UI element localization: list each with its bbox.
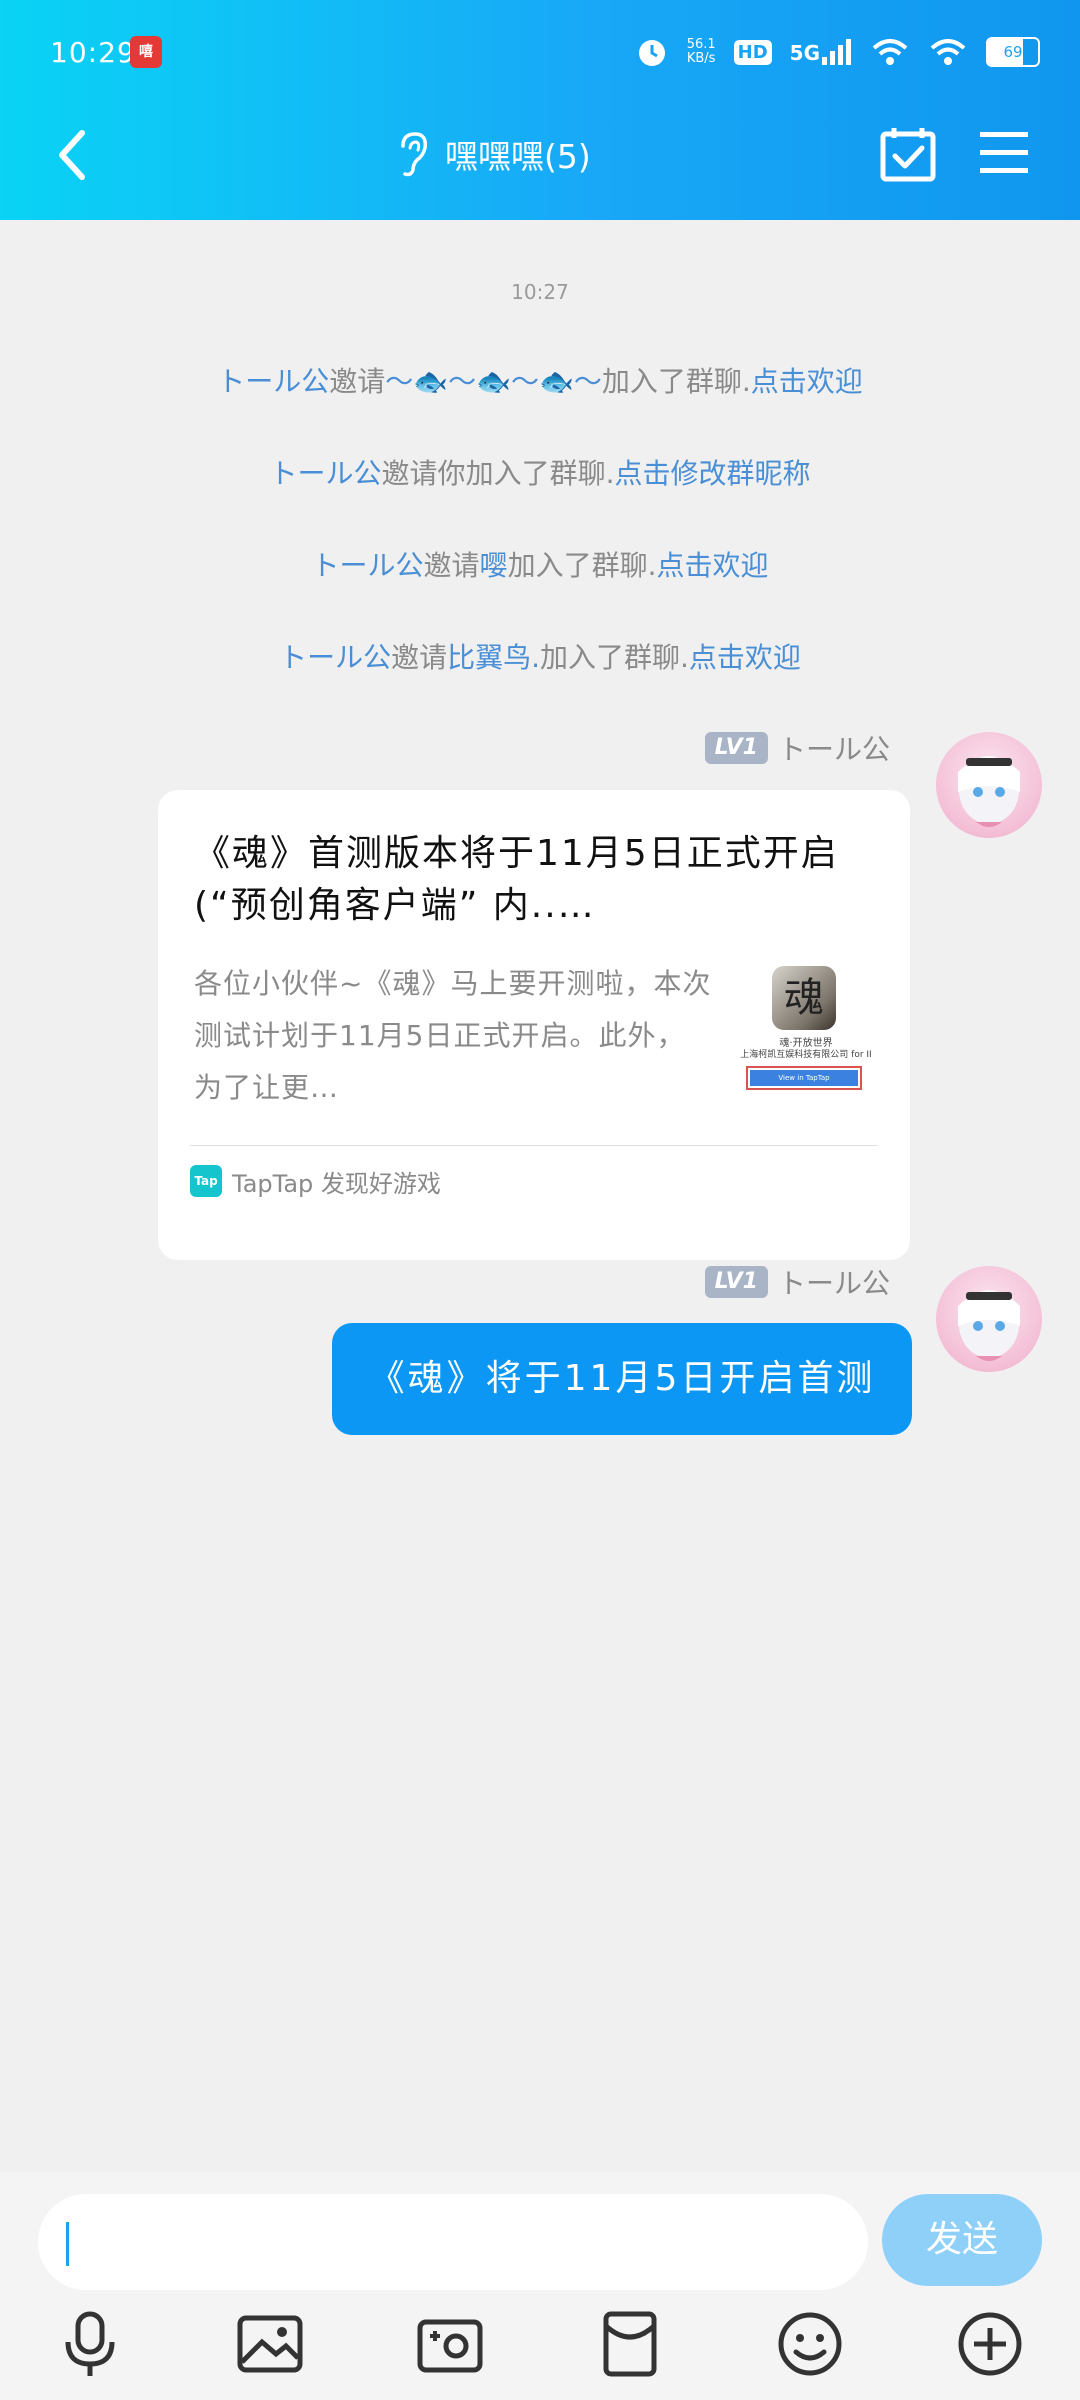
image-icon[interactable] [234, 2308, 306, 2380]
avatar[interactable] [936, 1266, 1042, 1372]
status-bar: 10:29 嘻 56.1 KB/s HD 5G 69 [0, 0, 1080, 110]
welcome-link[interactable]: 点击欢迎 [656, 549, 768, 582]
edit-nickname-link[interactable]: 点击修改群昵称 [614, 457, 810, 490]
menu-icon[interactable] [978, 128, 1030, 178]
divider [190, 1145, 878, 1146]
system-message: トール公邀请比翼鸟.加入了群聊.点击欢迎 [279, 641, 801, 674]
wifi-plus-icon [872, 39, 908, 65]
card-thumbnail: 魂 魂·开放世界 上海柯凯互娱科技有限公司 for II View in Tap… [736, 960, 876, 1100]
send-button[interactable]: 发送 [882, 2194, 1042, 2286]
level-badge: LV1 [704, 732, 768, 764]
system-message: トール公邀请嘤加入了群聊.点击欢迎 [311, 549, 769, 582]
red-packet-icon[interactable] [594, 2308, 666, 2380]
system-message: トール公邀请你加入了群聊.点击修改群昵称 [269, 457, 811, 490]
net-speed: 56.1 KB/s [686, 37, 716, 66]
sender-name[interactable]: トール公 [778, 728, 890, 768]
welcome-link[interactable]: 点击欢迎 [751, 365, 863, 398]
group-name: 嘿嘿嘿(5) [445, 137, 591, 176]
battery-icon: 69 [986, 37, 1040, 67]
card-description: 各位小伙伴~《魂》马上要开测啦，本次测试计划于11月5日正式开启。此外，为了让更… [194, 967, 712, 1104]
level-badge: LV1 [704, 1266, 768, 1298]
card-title: 《魂》首测版本将于11月5日正式开启(“预创角客户端” 内..… [194, 833, 839, 926]
app-notification-icon: 嘻 [130, 36, 162, 68]
message-timestamp: 10:27 [511, 280, 569, 304]
calendar-check-icon[interactable] [880, 126, 936, 182]
system-message: トール公邀请〜🐟〜🐟〜🐟〜加入了群聊.点击欢迎 [217, 365, 863, 398]
game-icon: 魂 [772, 966, 836, 1030]
taptap-logo-icon: Tap [190, 1165, 222, 1197]
microphone-icon[interactable] [54, 2308, 126, 2380]
input-bar: 发送 [0, 2172, 1080, 2400]
signal-icon: 5G [790, 39, 852, 65]
chat-title[interactable]: 嘿嘿嘿(5) [395, 126, 591, 182]
message-input[interactable] [38, 2194, 868, 2290]
back-arrow-icon[interactable] [48, 125, 98, 185]
welcome-link[interactable]: 点击欢迎 [689, 641, 801, 674]
chat-area[interactable]: 10:27 トール公邀请〜🐟〜🐟〜🐟〜加入了群聊.点击欢迎 トール公邀请你加入了… [0, 220, 1080, 2172]
card-source: Tap TapTap 发现好游戏 [190, 1164, 441, 1198]
sender-info: LV1 トール公 [704, 728, 890, 768]
plus-icon[interactable] [954, 2308, 1026, 2380]
text-caret [66, 2222, 69, 2266]
avatar[interactable] [936, 732, 1042, 838]
wifi-icon [930, 39, 966, 65]
sender-name[interactable]: トール公 [778, 1262, 890, 1302]
sender-info: LV1 トール公 [704, 1262, 890, 1302]
hd-badge: HD [733, 39, 772, 65]
status-icons: 56.1 KB/s HD 5G 69 [635, 32, 1040, 72]
ear-icon [401, 132, 428, 177]
link-card[interactable]: 《魂》首测版本将于11月5日正式开启(“预创角客户端” 内..… 各位小伙伴~《… [158, 790, 910, 1260]
alarm-icon [638, 40, 665, 66]
status-time: 10:29 [50, 36, 136, 69]
camera-icon[interactable] [414, 2308, 486, 2380]
message-bubble[interactable]: 《魂》将于11月5日开启首测 [332, 1323, 912, 1435]
emoji-icon[interactable] [774, 2308, 846, 2380]
app-header: 10:29 嘻 56.1 KB/s HD 5G 69 嘿嘿嘿(5) [0, 0, 1080, 220]
thumb-view-button: View in TapTap [746, 1066, 862, 1090]
